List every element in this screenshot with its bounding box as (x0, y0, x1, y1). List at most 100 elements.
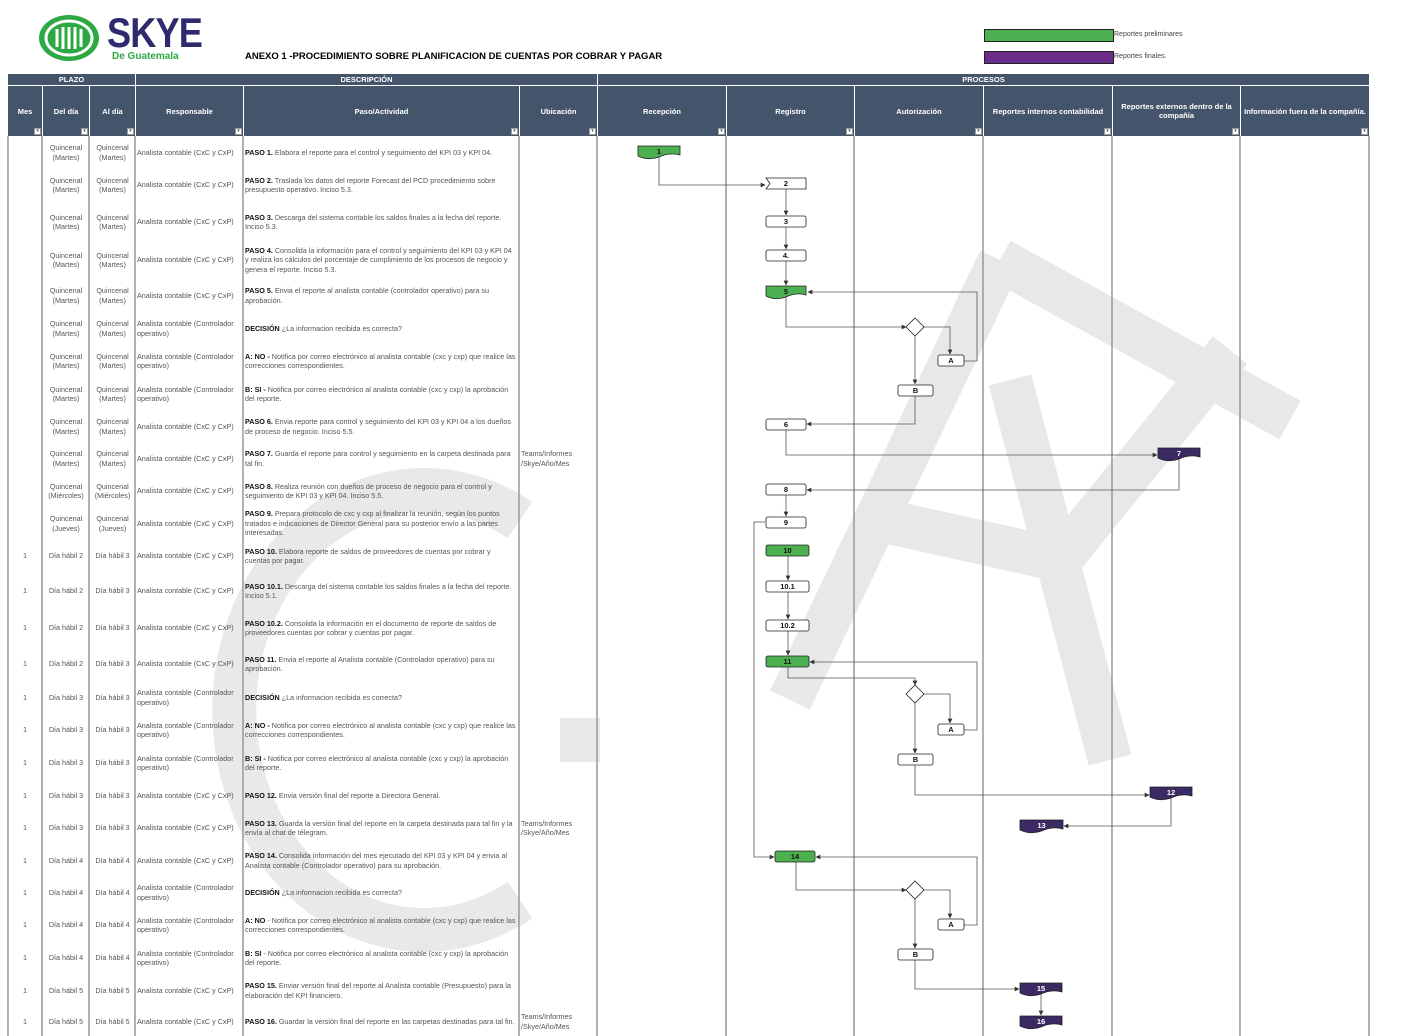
cell-responsable: Analista contable (CxC y CxP) (137, 573, 242, 609)
cell-del-dia-text: Día hábil 2 (48, 659, 84, 669)
flow-node-label: A (948, 725, 954, 734)
flow-node-5: 5 (765, 285, 807, 300)
paso-description: Descarga del sistema contable los saldos… (245, 212, 502, 232)
cell-del-dia: Día hábil 3 (44, 812, 88, 844)
cell-responsable: Analista contable (CxC y CxP) (137, 1007, 242, 1036)
paso-description: Descarga del sistema contable los saldos… (245, 581, 512, 601)
paso-description: Realiza reunión con dueños de proceso de… (245, 481, 492, 501)
paso-description: Guarda la versión final del reporte en l… (245, 818, 513, 838)
cell-mes-text: 1 (23, 692, 27, 702)
decision-diamond (905, 317, 925, 337)
cell-paso: PASO 6. Envia reporte para control y seg… (245, 411, 517, 442)
paso-key: PASO 15. (245, 981, 277, 990)
cell-ubicacion (521, 540, 596, 572)
cell-mes: 1 (9, 877, 41, 908)
cell-ubicacion (521, 279, 596, 312)
paso-key: PASO 1. (245, 147, 273, 157)
flow-node-label: 14 (791, 852, 800, 861)
cell-al-dia: Día hábil 3 (91, 714, 134, 746)
paso-text: PASO 10. Elabora reporte de saldos de pr… (245, 547, 517, 566)
flow-node-15: 15 (1019, 982, 1063, 997)
cell-ubicacion (521, 573, 596, 609)
cell-al-dia-text: Quincenal (Martes) (96, 175, 129, 195)
flow-node-label: 15 (1037, 984, 1045, 993)
flow-node-label: B (913, 755, 919, 764)
paso-text: PASO 2. Traslada los datos del reporte F… (245, 176, 517, 195)
cell-ubicacion (521, 682, 596, 713)
cell-del-dia: Día hábil 2 (44, 610, 88, 646)
paso-description: Envia reporte para control y seguimiento… (245, 417, 511, 436)
cell-del-dia: Día hábil 2 (44, 647, 88, 681)
cell-ubicacion (521, 909, 596, 941)
cell-paso: DECISIÓN ¿La informacion recibida es cor… (245, 877, 517, 908)
cell-mes (9, 279, 41, 312)
paso-text: B: SI - Notifica por correo electrónico … (245, 754, 517, 773)
flow-node-7: 7 (1157, 447, 1201, 462)
flow-node-label: 13 (1037, 821, 1045, 830)
cell-del-dia: Día hábil 5 (44, 975, 88, 1006)
cell-responsable-text: Analista contable (CxC y CxP) (137, 290, 234, 300)
cell-responsable: Analista contable (CxC y CxP) (137, 647, 242, 681)
paso-text: PASO 14. Consolida información del mes e… (245, 851, 517, 870)
cell-paso: PASO 14. Consolida información del mes e… (245, 845, 517, 876)
cell-mes: 1 (9, 780, 41, 811)
paso-text: DECISIÓN ¿La informacion recibida es cor… (245, 693, 402, 703)
cell-del-dia: Día hábil 4 (44, 877, 88, 908)
cell-mes-text: 1 (23, 623, 27, 633)
paso-description: - Notifica por correo electrónico al ana… (245, 915, 516, 935)
flow-node-label: A (948, 920, 954, 929)
cell-al-dia: Quincenal (Martes) (91, 378, 134, 410)
cell-responsable: Analista contable (CxC y CxP) (137, 610, 242, 646)
paso-description: Guarda el reporte para control y seguimi… (245, 449, 511, 468)
paso-text: PASO 11. Envia el reporte al Analista co… (245, 655, 517, 674)
cell-responsable: Analista contable (CxC y CxP) (137, 540, 242, 572)
paso-description: Notifica por correo electrónico al anali… (245, 753, 509, 773)
cell-al-dia-text: Día hábil 3 (95, 823, 130, 833)
cell-responsable: Analista contable (CxC y CxP) (137, 203, 242, 241)
cell-al-dia-text: Quincenal (Martes) (96, 250, 129, 270)
paso-text: B: SI - Notifica por correo electrónico … (245, 949, 517, 968)
cell-del-dia-text: Día hábil 3 (48, 823, 84, 833)
cell-mes: 1 (9, 682, 41, 713)
cell-responsable-text: Analista contable (Controlador operativo… (137, 948, 234, 968)
cell-paso: PASO 12. Envia versión final del reporte… (245, 780, 517, 811)
cell-al-dia-text: Día hábil 5 (95, 1016, 130, 1026)
paso-key: PASO 11. (245, 654, 277, 664)
flow-node-label: 4. (783, 251, 789, 260)
paso-text: PASO 7. Guarda el reporte para control y… (245, 449, 517, 468)
cell-responsable-text: Analista contable (CxC y CxP) (137, 551, 234, 561)
paso-description: Prepara protocolo de cxc y cxp al finali… (245, 509, 500, 538)
paso-key: PASO 4. (245, 245, 273, 255)
flow-node-label: 2 (784, 179, 788, 188)
cell-al-dia: Día hábil 4 (91, 909, 134, 941)
cell-al-dia: Día hábil 3 (91, 812, 134, 844)
cell-mes: 1 (9, 573, 41, 609)
flow-node-14: 14 (774, 850, 816, 863)
cell-del-dia: Día hábil 3 (44, 714, 88, 746)
paso-key: B: SI - (245, 753, 266, 763)
cell-paso: PASO 13. Guarda la versión final del rep… (245, 812, 517, 844)
paso-text: B: SI - Notifica por correo electrónico … (245, 385, 517, 404)
cell-mes (9, 138, 41, 167)
cell-al-dia: Quincenal (Martes) (91, 168, 134, 202)
cell-al-dia-text: Día hábil 4 (95, 887, 130, 897)
cell-responsable-text: Analista contable (CxC y CxP) (137, 255, 234, 265)
paso-description: Consolida la información para el control… (245, 245, 512, 274)
paso-text: PASO 3. Descarga del sistema contable lo… (245, 213, 517, 232)
paso-key: A: NO - (245, 720, 270, 730)
cell-al-dia: Día hábil 4 (91, 845, 134, 876)
cell-del-dia-text: Quincenal (Miércoles) (48, 481, 84, 501)
paso-key: B: SI (245, 948, 262, 958)
paso-description: ¿La informacion recibida es correcta? (279, 692, 402, 702)
cell-mes: 1 (9, 942, 41, 974)
cell-del-dia-text: Día hábil 2 (48, 551, 84, 561)
cell-del-dia: Día hábil 4 (44, 942, 88, 974)
cell-del-dia: Día hábil 4 (44, 909, 88, 941)
paso-description: ¿La informacion recibida es correcta? (279, 323, 402, 333)
paso-description: Envia el reporte al analista contable (c… (245, 286, 489, 305)
flow-node-label: B (913, 950, 919, 959)
cell-paso: PASO 7. Guarda el reporte para control y… (245, 443, 517, 474)
cell-del-dia-text: Día hábil 4 (48, 953, 84, 963)
cell-al-dia: Día hábil 3 (91, 540, 134, 572)
cell-responsable: Analista contable (Controlador operativo… (137, 877, 242, 908)
